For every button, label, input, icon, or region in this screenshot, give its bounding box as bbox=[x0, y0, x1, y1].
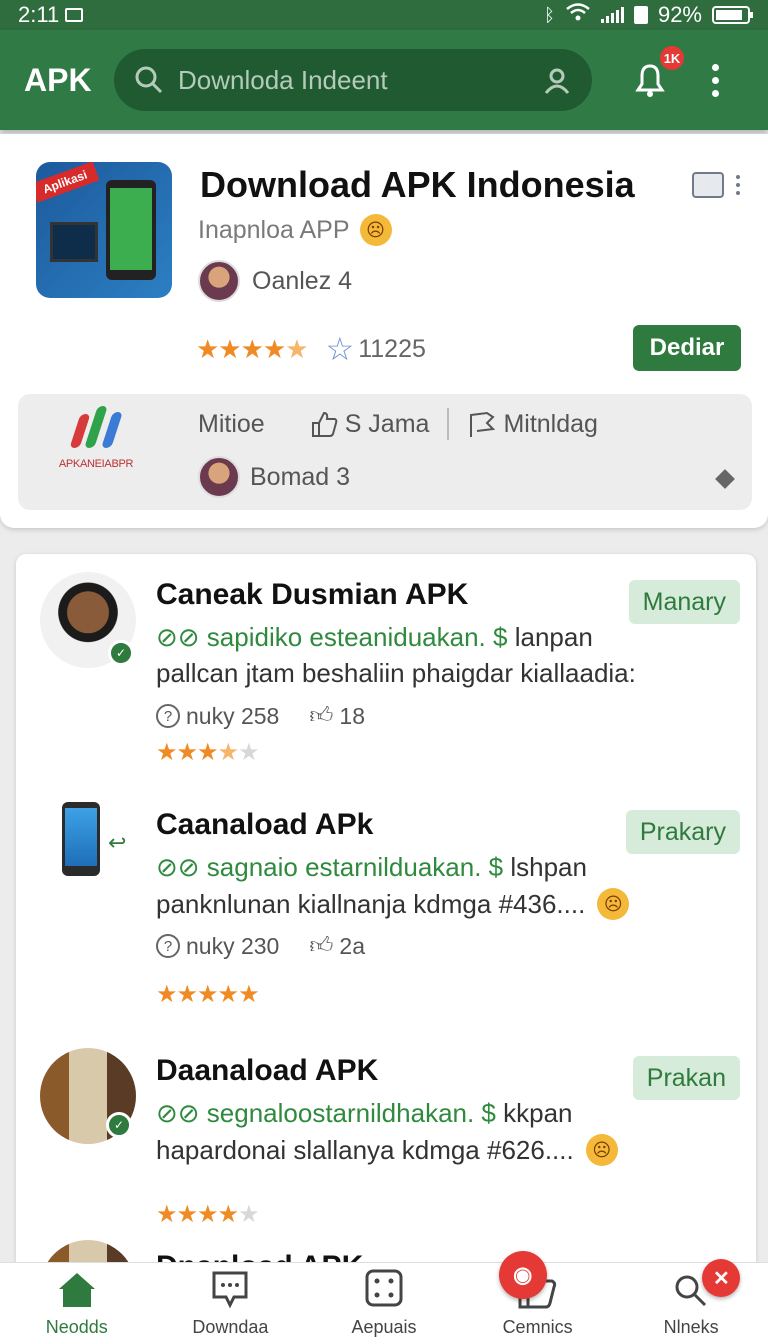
developer-logo[interactable]: APKANEIABPR bbox=[46, 406, 146, 470]
item-title: Caneak Dusmian APK bbox=[156, 578, 469, 611]
item-description-line1: ⊘⊘ segnaloostarnildhakan. $ kkpan bbox=[156, 1098, 573, 1128]
featured-title: Download APK Indonesia bbox=[200, 164, 635, 205]
bottom-navigation: Neodds Downdaa Aepuais ◉ Cemnics ✕ Nlnek… bbox=[0, 1251, 768, 1344]
home-icon bbox=[58, 1273, 95, 1307]
item-tag[interactable]: Prakan bbox=[632, 1056, 740, 1100]
item-meta: ? nuky 258 👍︎ 18 bbox=[156, 702, 365, 730]
star-rating: ★★★★★ bbox=[156, 1201, 260, 1228]
search-icon bbox=[135, 66, 163, 94]
item-tag[interactable]: Manary bbox=[628, 580, 740, 624]
dice-icon bbox=[365, 1269, 403, 1307]
bluetooth-icon: ᛒ bbox=[544, 4, 555, 25]
flag-icon bbox=[470, 411, 496, 437]
info-item-1[interactable]: Mitioe bbox=[198, 410, 265, 439]
item-description-line2: pallcan jtam beshaliin phaigdar kiallaad… bbox=[156, 658, 636, 688]
chat-icon bbox=[212, 1271, 248, 1309]
nav-apps[interactable]: Aepuais bbox=[307, 1263, 461, 1344]
emoji-icon: ☹ bbox=[359, 214, 392, 246]
mail-icon bbox=[65, 8, 84, 22]
item-thumbnail: ↩ bbox=[40, 802, 136, 898]
item-description-line1: ⊘⊘ sapidiko esteaniduakan. $ lanpan bbox=[156, 622, 593, 652]
screen-icon[interactable] bbox=[692, 172, 724, 198]
question-icon: ? bbox=[156, 934, 180, 958]
thumbs-up-icon[interactable]: 👍︎ bbox=[309, 932, 333, 960]
avatar bbox=[198, 456, 240, 498]
featured-app-card: Aplikasi Download APK Indonesia Inapnloa… bbox=[0, 134, 768, 528]
close-icon[interactable]: ✕ bbox=[702, 1259, 741, 1297]
notification-bell-icon[interactable]: 1K bbox=[630, 46, 684, 100]
info-author[interactable]: Bomad 3 bbox=[198, 456, 350, 498]
item-meta: ? nuky 230 👍︎ 2a bbox=[156, 932, 365, 960]
app-list: ✓ Caneak Dusmian APK ⊘⊘ sapidiko esteani… bbox=[16, 554, 756, 1344]
star-rating: ★★★★★ bbox=[196, 333, 309, 364]
list-item[interactable]: ✓ Caneak Dusmian APK ⊘⊘ sapidiko esteani… bbox=[16, 554, 756, 784]
developer-info-box: APKANEIABPR Mitioe S Jama Mitnldag Bomad… bbox=[18, 394, 752, 510]
item-title: Caanaload APk bbox=[156, 808, 374, 841]
nav-comics[interactable]: ◉ Cemnics bbox=[461, 1251, 615, 1344]
search-placeholder: Downloda Indeent bbox=[178, 64, 388, 95]
notification-badge: 1K bbox=[660, 46, 684, 70]
wifi-icon bbox=[565, 2, 591, 28]
question-icon: ? bbox=[156, 704, 180, 728]
status-bar: 2:11 ᛒ 92% bbox=[0, 0, 768, 30]
verified-icon: ✓ bbox=[108, 640, 134, 666]
featured-subtitle: Inapnloa APP ☹ bbox=[198, 214, 392, 246]
featured-rating: ★★★★★ ☆ 11225 bbox=[196, 330, 426, 368]
emoji-icon: ☹ bbox=[585, 1134, 618, 1166]
star-rating: ★★★★★ bbox=[156, 739, 260, 766]
primary-action-button[interactable]: Dediar bbox=[633, 325, 741, 371]
nav-download[interactable]: Downdaa bbox=[154, 1263, 308, 1344]
battery-percent: 92% bbox=[657, 2, 702, 27]
star-outline-icon[interactable]: ☆ bbox=[326, 330, 355, 368]
search-input[interactable]: Downloda Indeent bbox=[114, 49, 592, 111]
verified-icon: ✓ bbox=[106, 1112, 132, 1138]
review-count: 11225 bbox=[358, 334, 426, 363]
app-icon[interactable]: Aplikasi bbox=[36, 162, 172, 298]
item-title: Daanaload APK bbox=[156, 1054, 379, 1087]
nav-home[interactable]: Neodds bbox=[0, 1263, 154, 1344]
item-description-line2: hapardonai slallanya kdmga #626.... ☹ bbox=[156, 1134, 618, 1166]
featured-author[interactable]: Oanlez 4 bbox=[198, 260, 352, 302]
info-item-3[interactable]: Mitnldag bbox=[467, 409, 598, 439]
comics-badge-icon[interactable]: ◉ bbox=[498, 1251, 547, 1299]
overflow-menu-icon[interactable] bbox=[712, 63, 719, 97]
list-item[interactable]: ✓ Daanaload APK ⊘⊘ segnaloostarnildhakan… bbox=[16, 1030, 756, 1260]
nav-nlneks[interactable]: ✕ Nlneks bbox=[614, 1259, 768, 1344]
item-description-line2: panknlunan kiallnanja kdmga #436.... ☹ bbox=[156, 888, 630, 920]
emoji-icon: ☹ bbox=[597, 888, 630, 920]
item-tag[interactable]: Prakary bbox=[625, 810, 740, 854]
battery-icon bbox=[712, 6, 753, 24]
thumbs-up-icon bbox=[311, 411, 338, 437]
profile-icon[interactable] bbox=[542, 65, 572, 95]
list-item[interactable]: ↩ Caanaload APk ⊘⊘ sagnaio estarnilduaka… bbox=[16, 784, 756, 1014]
item-description-line1: ⊘⊘ sagnaio estarnilduakan. $ lshpan bbox=[156, 852, 587, 882]
avatar bbox=[198, 260, 240, 302]
star-rating: ★★★★★ bbox=[156, 981, 260, 1008]
sim-icon bbox=[633, 6, 648, 24]
info-item-2[interactable]: S Jama bbox=[309, 409, 429, 439]
signal-icon bbox=[600, 7, 624, 23]
status-time: 2:11 bbox=[18, 2, 60, 27]
more-vert-icon[interactable] bbox=[736, 175, 740, 195]
thumbs-up-icon[interactable]: 👍︎ bbox=[309, 702, 333, 730]
app-brand: APK bbox=[24, 61, 92, 98]
diamond-icon[interactable] bbox=[715, 469, 735, 489]
app-bar: APK Downloda Indeent 1K bbox=[0, 30, 768, 130]
app-icon-ribbon: Aplikasi bbox=[36, 162, 100, 203]
